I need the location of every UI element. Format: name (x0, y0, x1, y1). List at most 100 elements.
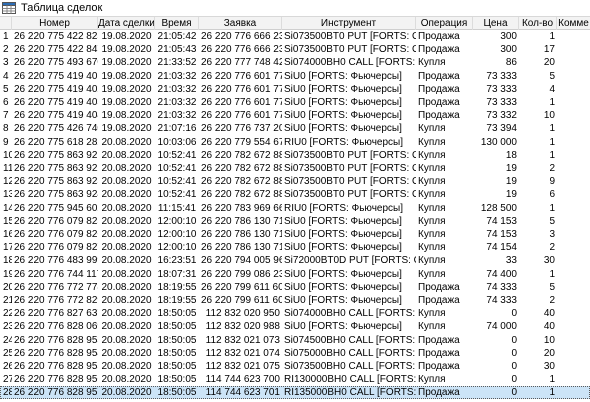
quantity-cell: 2 (549, 163, 555, 174)
trade-date-cell: 19.08.2020 (101, 44, 152, 56)
column-header-date[interactable]: Дата сделки (98, 17, 155, 30)
instrument-cell: SiU0 [FORTS: Фьючерсы] (284, 97, 402, 108)
table-row[interactable]: 9 26 220 775 618 282 20.08.2020 10:03:06 26 … (0, 136, 590, 149)
operation-cell: Продажа (418, 70, 460, 82)
instrument-cell: SiU0 [FORTS: Фьючерсы] (284, 281, 402, 293)
table-row[interactable]: 27 26 220 776 828 956 20.08.2020 18:50:05 11… (0, 373, 590, 386)
table-row[interactable]: 8 26 220 775 426 740 19.08.2020 21:07:16 26 … (0, 122, 590, 135)
table-row[interactable]: 11 26 220 775 863 922 20.08.2020 10:52:41 26… (0, 162, 590, 175)
comment-cell (557, 215, 590, 228)
trade-time-cell: 18:50:05 (157, 361, 197, 372)
trade-time-cell: 21:05:43 (157, 44, 197, 56)
table-row[interactable]: 3 26 220 775 493 670 19.08.2020 21:33:52 26 … (0, 56, 590, 69)
operation-cell: Продажа (418, 361, 460, 372)
table-row[interactable]: 2 26 220 775 422 847 19.08.2020 21:05:43 26 … (0, 43, 590, 56)
order-number-cell: 112 832 021 074 (205, 347, 280, 359)
table-row[interactable]: 24 26 220 776 828 953 20.08.2020 18:50:05 11… (0, 334, 590, 347)
column-header-order[interactable]: Заявка (199, 17, 282, 30)
trade-number-cell: 26 220 776 827 637 (14, 308, 98, 320)
row-index-cell: 25 (3, 347, 12, 359)
column-header-qty[interactable]: Кол-во (519, 17, 557, 30)
trade-number-cell: 26 220 776 772 778 (14, 281, 98, 293)
table-row[interactable]: 21 26 220 776 772 829 20.08.2020 18:19:55 26… (0, 294, 590, 307)
trade-number-cell: 26 220 775 422 847 (14, 44, 98, 56)
column-header-instrument[interactable]: Инструмент (282, 17, 416, 30)
trade-time-cell: 18:50:05 (157, 321, 197, 333)
trade-number-cell: 26 220 775 863 924 (14, 189, 98, 201)
row-index-cell: 17 (3, 242, 12, 254)
column-header-operation[interactable]: Операция (416, 17, 473, 30)
operation-cell: Продажа (418, 31, 460, 42)
quantity-cell: 9 (549, 176, 555, 188)
table-row[interactable]: 20 26 220 776 772 778 20.08.2020 18:19:55 26… (0, 281, 590, 294)
operation-cell: Купля (418, 242, 446, 254)
table-row[interactable]: 15 26 220 776 079 825 20.08.2020 12:00:10 26… (0, 215, 590, 228)
quantity-cell: 10 (543, 334, 555, 346)
row-index-cell: 6 (3, 97, 9, 108)
operation-cell: Купля (418, 163, 446, 174)
table-row[interactable]: 7 26 220 775 419 404 19.08.2020 21:03:32 26 … (0, 109, 590, 122)
table-row[interactable]: 14 26 220 775 945 602 20.08.2020 11:15:41 26… (0, 202, 590, 215)
table-row[interactable]: 13 26 220 775 863 924 20.08.2020 10:52:41 26… (0, 188, 590, 201)
table-row[interactable]: 22 26 220 776 827 637 20.08.2020 18:50:05 11… (0, 307, 590, 320)
order-number-cell: 26 220 799 086 238 (201, 268, 282, 280)
column-header-price[interactable]: Цена (473, 17, 519, 30)
quantity-cell: 1 (549, 149, 555, 161)
instrument-cell: RIU0 [FORTS: Фьючерсы] (284, 202, 403, 214)
trade-date-cell: 19.08.2020 (101, 110, 152, 122)
row-index-cell: 12 (3, 176, 12, 188)
quantity-cell: 17 (543, 44, 555, 56)
price-cell: 18 (505, 149, 517, 161)
table-row[interactable]: 28 26 220 776 828 957 20.08.2020 18:50:05 11… (0, 386, 590, 400)
order-number-cell: 112 832 020 950 (205, 308, 280, 320)
trade-date-cell: 20.08.2020 (101, 255, 152, 267)
trade-date-cell: 20.08.2020 (101, 281, 152, 293)
row-index-cell: 3 (3, 57, 9, 69)
trade-number-cell: 26 220 776 483 999 (14, 255, 98, 267)
order-number-cell: 26 220 782 672 889 (201, 163, 282, 174)
column-header-comment[interactable]: Комме (557, 17, 590, 30)
column-header-index[interactable] (0, 17, 12, 30)
table-row[interactable]: 1 26 220 775 422 825 19.08.2020 21:05:42 26 … (0, 30, 590, 43)
table-row[interactable]: 16 26 220 776 079 826 20.08.2020 12:00:10 26… (0, 228, 590, 241)
price-cell: 300 (500, 31, 517, 42)
table-row[interactable]: 17 26 220 776 079 827 20.08.2020 12:00:10 26… (0, 241, 590, 254)
trade-number-cell: 26 220 776 079 826 (14, 229, 98, 240)
trade-time-cell: 10:52:41 (157, 189, 197, 201)
table-row[interactable]: 6 26 220 775 419 403 19.08.2020 21:03:32 26 … (0, 96, 590, 109)
operation-cell: Купля (418, 57, 446, 69)
trade-number-cell: 26 220 776 744 117 (14, 268, 98, 280)
instrument-cell: RIU0 [FORTS: Фьючерсы] (284, 136, 403, 148)
quantity-cell: 20 (543, 347, 555, 359)
instrument-cell: Si073500BT0 PUT [FORTS: Опци (284, 176, 416, 188)
column-header-number[interactable]: Номер (12, 17, 98, 30)
trade-time-cell: 18:50:05 (157, 308, 197, 320)
quantity-cell: 20 (543, 57, 555, 69)
trade-date-cell: 19.08.2020 (101, 70, 152, 82)
order-number-cell: 112 832 020 988 (205, 321, 280, 333)
comment-cell (557, 43, 590, 56)
trade-number-cell: 26 220 776 079 827 (14, 242, 98, 254)
trade-date-cell: 20.08.2020 (101, 163, 152, 174)
table-row[interactable]: 5 26 220 775 419 402 19.08.2020 21:03:32 26 … (0, 83, 590, 96)
trade-date-cell: 20.08.2020 (101, 202, 152, 214)
table-row[interactable]: 18 26 220 776 483 999 20.08.2020 16:23:51 26… (0, 254, 590, 267)
table-row[interactable]: 23 26 220 776 828 069 20.08.2020 18:50:05 11… (0, 320, 590, 333)
table-row[interactable]: 4 26 220 775 419 401 19.08.2020 21:03:32 26 … (0, 70, 590, 83)
table-row[interactable]: 26 26 220 776 828 955 20.08.2020 18:50:05 11… (0, 360, 590, 373)
table-row[interactable]: 25 26 220 776 828 954 20.08.2020 18:50:05 11… (0, 347, 590, 360)
table-row[interactable]: 12 26 220 775 863 923 20.08.2020 10:52:41 26… (0, 175, 590, 188)
row-index-cell: 18 (3, 255, 12, 267)
column-header-time[interactable]: Время (155, 17, 199, 30)
price-cell: 73 394 (486, 123, 517, 135)
trade-time-cell: 21:33:52 (157, 57, 197, 69)
table-row[interactable]: 10 26 220 775 863 921 20.08.2020 10:52:41 26… (0, 149, 590, 162)
trade-time-cell: 12:00:10 (157, 242, 197, 254)
table-row[interactable]: 19 26 220 776 744 117 20.08.2020 18:07:31 26… (0, 268, 590, 281)
trade-time-cell: 10:52:41 (157, 176, 197, 188)
price-cell: 33 (505, 255, 517, 267)
trade-number-cell: 26 220 776 828 953 (14, 334, 98, 346)
operation-cell: Купля (418, 149, 446, 161)
comment-cell (557, 228, 590, 241)
trade-date-cell: 20.08.2020 (101, 374, 152, 386)
